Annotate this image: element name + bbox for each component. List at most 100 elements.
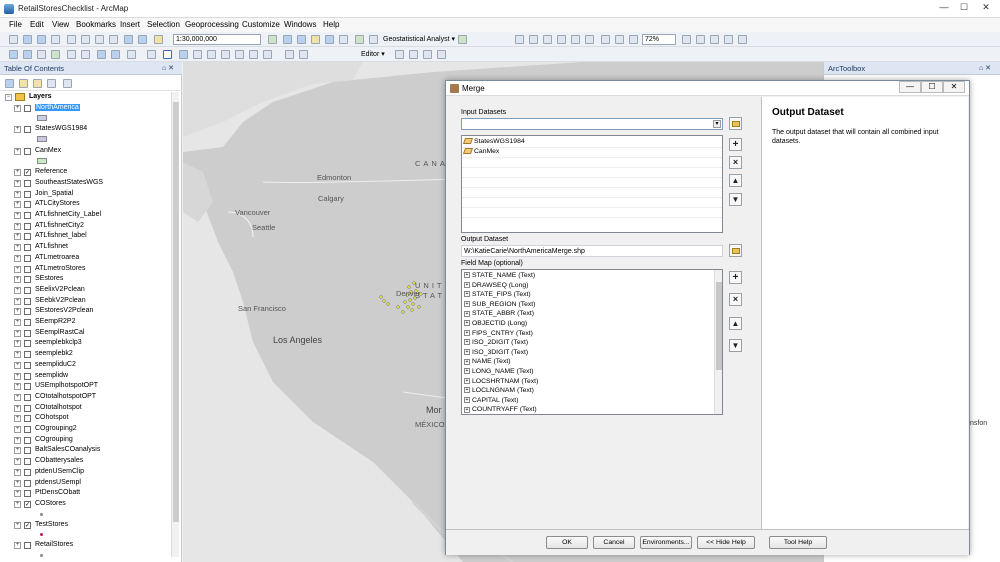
expand-icon[interactable]: +: [464, 358, 470, 365]
full-extent-icon[interactable]: [51, 50, 60, 59]
field-map-item[interactable]: + SUB_REGION (Text): [464, 301, 535, 308]
expand-icon[interactable]: +: [14, 190, 21, 198]
merge-maximize-button[interactable]: ☐: [921, 81, 943, 93]
expand-icon[interactable]: +: [14, 479, 21, 487]
layout-100-icon[interactable]: [629, 35, 638, 44]
expand-icon[interactable]: +: [464, 291, 470, 298]
find-icon[interactable]: [193, 50, 202, 59]
expand-icon[interactable]: +: [464, 301, 470, 307]
expand-icon[interactable]: +: [14, 500, 21, 508]
redo-icon[interactable]: [138, 35, 147, 44]
menu-help[interactable]: Help: [323, 20, 339, 29]
layer-visibility-checkbox[interactable]: [24, 372, 31, 380]
field-map-list[interactable]: + STATE_NAME (Text) + DRAWSEQ (Long) + STATE_…: [461, 269, 723, 415]
layer-visibility-checkbox[interactable]: [24, 393, 31, 401]
layer-visibility-checkbox[interactable]: [24, 190, 31, 198]
expand-icon[interactable]: +: [14, 265, 21, 273]
search-window-icon[interactable]: [311, 35, 320, 44]
layer-visibility-checkbox[interactable]: [24, 542, 31, 550]
arctoolbox-pin-close[interactable]: ⌂ ✕: [979, 64, 991, 72]
layer-visibility-checkbox[interactable]: [24, 265, 31, 273]
copy-icon[interactable]: [81, 35, 90, 44]
expand-icon[interactable]: +: [14, 542, 21, 550]
expand-icon[interactable]: +: [14, 308, 21, 316]
hide-help-button[interactable]: << Hide Help: [697, 536, 755, 549]
field-map-item[interactable]: + STATE_NAME (Text): [464, 272, 535, 279]
menu-geoprocessing[interactable]: Geoprocessing: [185, 20, 239, 29]
print-icon[interactable]: [51, 35, 60, 44]
layer-visibility-checkbox[interactable]: [24, 319, 31, 326]
layout-prev-icon[interactable]: [601, 35, 610, 44]
expand-icon[interactable]: +: [464, 329, 470, 336]
expand-icon[interactable]: +: [14, 372, 21, 380]
expand-icon[interactable]: +: [464, 281, 470, 288]
map-scale-combo[interactable]: 1:30,000,000: [173, 34, 261, 45]
expand-icon[interactable]: +: [14, 404, 21, 412]
expand-icon[interactable]: +: [14, 426, 21, 433]
toggle-draft-icon[interactable]: [682, 35, 691, 44]
layer-visibility-checkbox[interactable]: [24, 447, 31, 455]
change-layout-icon[interactable]: [710, 35, 719, 44]
point-symbol-icon[interactable]: [40, 512, 43, 516]
expand-icon[interactable]: +: [464, 339, 470, 346]
toc-scrollbar[interactable]: [171, 92, 179, 557]
editor-menu[interactable]: Editor ▾: [361, 50, 385, 58]
menu-windows[interactable]: Windows: [284, 20, 316, 29]
browse-output-button[interactable]: [729, 244, 742, 257]
point-symbol-icon[interactable]: [40, 533, 43, 537]
layer-symbol-swatch[interactable]: [37, 136, 47, 143]
field-down-button[interactable]: ▼: [729, 339, 742, 352]
field-map-item[interactable]: + CAPITAL (Text): [464, 397, 518, 404]
layer-visibility-checkbox[interactable]: [24, 105, 31, 112]
list-by-source-icon[interactable]: [19, 79, 28, 88]
select-elements-icon[interactable]: [163, 50, 172, 59]
field-map-item[interactable]: + OBJECTID (Long): [464, 320, 527, 327]
arctoolbox-icon[interactable]: [325, 35, 334, 44]
expand-icon[interactable]: +: [14, 447, 21, 455]
field-map-item[interactable]: + ISO_2DIGIT (Text): [464, 339, 528, 346]
layer-visibility-checkbox[interactable]: [24, 233, 31, 241]
expand-icon[interactable]: +: [14, 393, 21, 401]
expand-icon[interactable]: +: [14, 468, 21, 476]
layer-visibility-checkbox[interactable]: [24, 458, 31, 466]
python-window-icon[interactable]: [339, 35, 348, 44]
expand-icon[interactable]: +: [14, 329, 21, 337]
field-map-item[interactable]: + LOCLNGNAM (Text): [464, 387, 534, 394]
layout-zoom-in-icon[interactable]: [515, 35, 524, 44]
paste-icon[interactable]: [95, 35, 104, 44]
layer-visibility-checkbox[interactable]: [24, 340, 31, 348]
layer-visibility-checkbox[interactable]: [24, 361, 31, 369]
expand-icon[interactable]: +: [14, 340, 21, 348]
layer-visibility-checkbox[interactable]: [24, 201, 31, 209]
menu-edit[interactable]: Edit: [30, 20, 44, 29]
menu-selection[interactable]: Selection: [147, 20, 180, 29]
layer-visibility-checkbox[interactable]: [24, 212, 31, 219]
layout-next-icon[interactable]: [615, 35, 624, 44]
output-dataset-field[interactable]: W:\KatieCarie\NorthAmericaMerge.shp: [461, 245, 723, 257]
back-extent-icon[interactable]: [97, 50, 106, 59]
fixed-zoom-in-icon[interactable]: [67, 50, 76, 59]
expand-icon[interactable]: +: [14, 351, 21, 359]
merge-minimize-button[interactable]: —: [899, 81, 921, 93]
edit-annotation-icon[interactable]: [409, 50, 418, 59]
toc-options-icon[interactable]: [63, 79, 72, 88]
expand-icon[interactable]: +: [464, 349, 470, 355]
expand-icon[interactable]: +: [14, 126, 21, 134]
time-slider-icon[interactable]: [285, 50, 294, 59]
geostatistical-analyst-menu[interactable]: Geostatistical Analyst ▾: [383, 35, 455, 43]
collapse-icon[interactable]: −: [5, 94, 12, 101]
close-button[interactable]: ✕: [972, 0, 1000, 14]
field-up-button[interactable]: ▲: [729, 317, 742, 330]
identify-icon[interactable]: [179, 50, 188, 59]
layer-symbol-swatch[interactable]: [37, 114, 47, 121]
expand-icon[interactable]: +: [14, 458, 21, 466]
expand-icon[interactable]: +: [464, 368, 470, 375]
add-field-button[interactable]: +: [729, 271, 742, 284]
menu-bookmarks[interactable]: Bookmarks: [76, 20, 116, 29]
input-dataset-item[interactable]: StatesWGS1984: [462, 138, 525, 145]
list-by-drawing-order-icon[interactable]: [5, 79, 14, 88]
list-by-visibility-icon[interactable]: [33, 79, 42, 88]
field-map-item[interactable]: + LONG_NAME (Text): [464, 368, 534, 375]
expand-icon[interactable]: +: [464, 310, 470, 317]
layer-visibility-checkbox[interactable]: [24, 308, 31, 316]
